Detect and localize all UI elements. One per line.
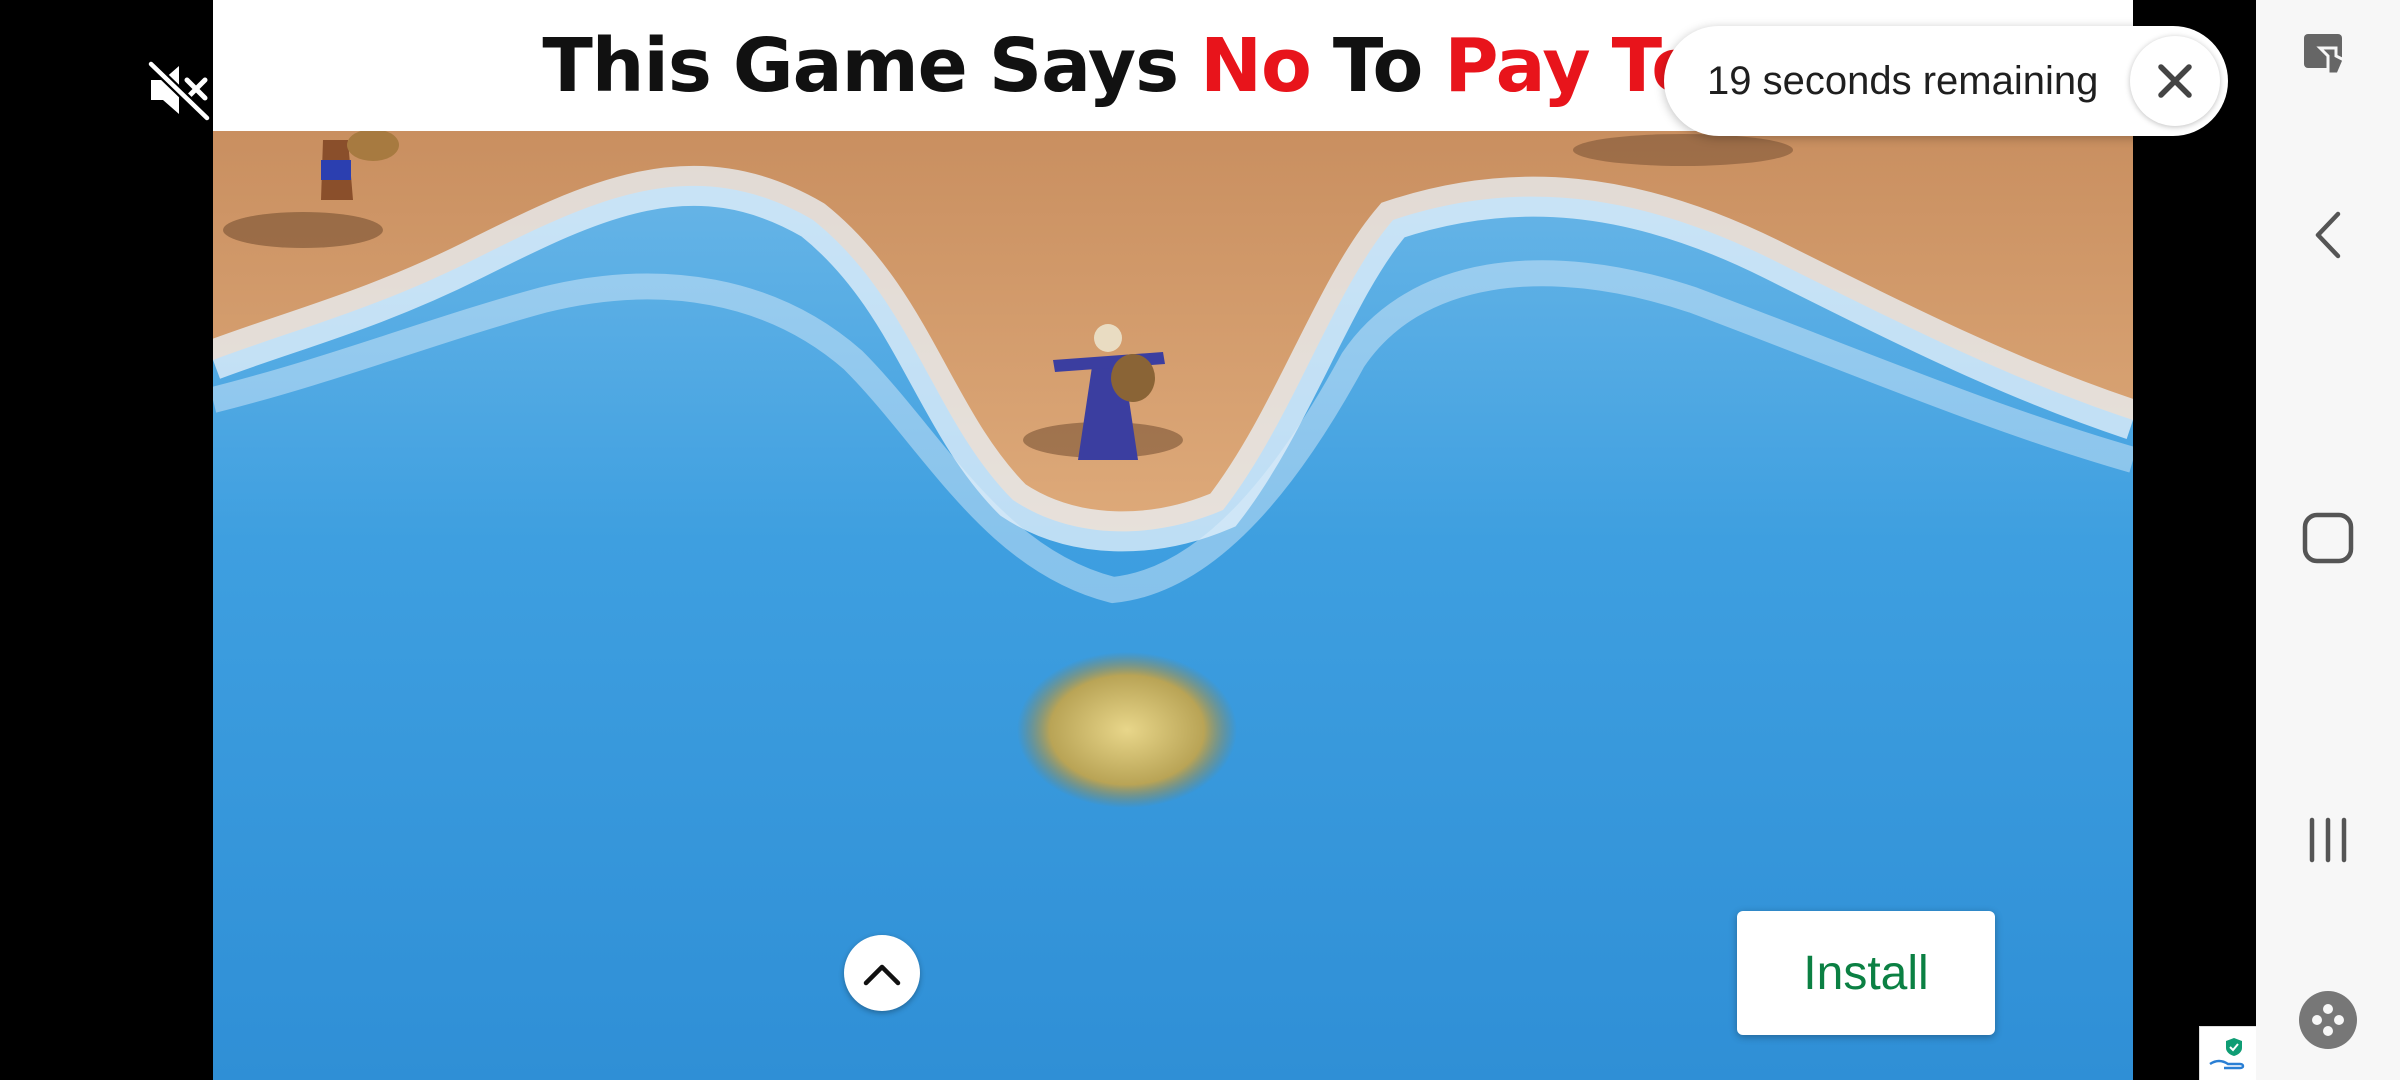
banner-word-highlight: Pay bbox=[1444, 22, 1590, 109]
screen-touch-icon bbox=[2304, 34, 2346, 76]
close-ad-button[interactable] bbox=[2130, 36, 2220, 126]
system-navigation-bar bbox=[2256, 0, 2400, 1080]
banner-word: Says bbox=[988, 22, 1179, 109]
banner-word: This bbox=[542, 22, 712, 109]
banner-word-highlight: No bbox=[1200, 22, 1312, 109]
banner-word: To bbox=[1332, 22, 1423, 109]
chevron-up-icon bbox=[863, 964, 901, 986]
recents-icon bbox=[2309, 817, 2347, 863]
back-button[interactable] bbox=[2256, 175, 2400, 295]
back-icon bbox=[2315, 211, 2341, 259]
game-tools-button[interactable] bbox=[2256, 960, 2400, 1080]
recents-button[interactable] bbox=[2256, 780, 2400, 900]
home-button[interactable] bbox=[2256, 478, 2400, 598]
install-button[interactable]: Install bbox=[1737, 911, 1995, 1035]
ad-choices-badge[interactable] bbox=[2199, 1026, 2257, 1080]
mute-button[interactable] bbox=[140, 50, 220, 130]
countdown-pill: 19 seconds remaining bbox=[1664, 26, 2228, 136]
home-icon bbox=[2302, 512, 2354, 564]
close-icon bbox=[2158, 64, 2192, 98]
ad-video[interactable]: This Game Says No To Pay To W Install bbox=[213, 0, 2133, 1080]
countdown-text: 19 seconds remaining bbox=[1707, 59, 2099, 103]
screen: This Game Says No To Pay To W Install 19… bbox=[0, 0, 2400, 1080]
screen-touch-button[interactable] bbox=[2256, 0, 2400, 120]
volume-off-icon bbox=[147, 60, 211, 122]
game-tools-icon bbox=[2299, 991, 2357, 1049]
banner-word: Game bbox=[732, 22, 968, 109]
shield-hand-icon bbox=[2209, 1038, 2245, 1070]
expand-button[interactable] bbox=[844, 935, 920, 1011]
